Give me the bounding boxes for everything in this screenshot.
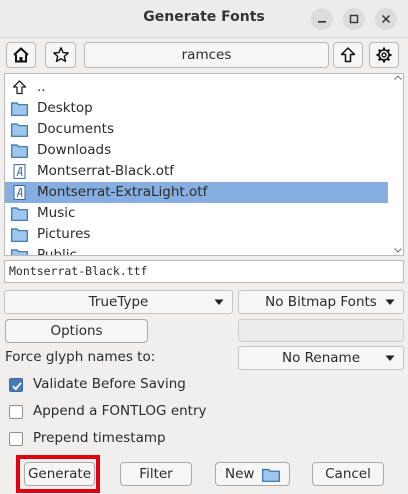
force-glyph-select-value: No Rename <box>281 350 360 366</box>
settings-button[interactable] <box>369 42 399 68</box>
folder-icon <box>262 468 280 482</box>
list-item-label: Documents <box>37 121 114 137</box>
cancel-button[interactable]: Cancel <box>312 462 384 486</box>
filter-button[interactable]: Filter <box>120 462 192 486</box>
chevron-down-icon <box>385 299 395 305</box>
folder-icon <box>11 102 28 116</box>
force-glyph-label: Force glyph names to: <box>5 349 156 365</box>
list-item-downloads[interactable]: Downloads <box>5 140 388 161</box>
gear-icon <box>376 47 392 63</box>
fontlog-label: Append a FONTLOG entry <box>33 403 207 419</box>
maximize-icon <box>349 14 359 24</box>
filename-field[interactable]: Montserrat-Black.ttf <box>4 260 404 283</box>
bookmark-button[interactable] <box>45 42 76 68</box>
list-item-label: Desktop <box>37 100 93 116</box>
chevron-down-icon <box>385 355 395 361</box>
home-icon <box>13 47 29 63</box>
up-arrow-icon <box>12 80 27 95</box>
options-button[interactable]: Options <box>5 319 148 343</box>
validate-label: Validate Before Saving <box>33 376 186 392</box>
bitmap-resolution-field <box>238 319 404 342</box>
scroll-up-icon <box>394 75 402 80</box>
list-item-label: Downloads <box>37 142 112 158</box>
folder-icon <box>11 228 28 242</box>
minimize-icon <box>318 21 326 23</box>
font-file-icon <box>13 164 26 179</box>
list-item-label: Public <box>37 247 77 256</box>
font-file-icon <box>13 185 26 200</box>
list-item-label: Montserrat-Black.otf <box>37 163 175 179</box>
file-list[interactable]: .. Desktop Documents Downloads Montserra… <box>4 73 404 256</box>
list-item-parent[interactable]: .. <box>5 77 388 98</box>
highlight-box <box>16 455 100 493</box>
bitmap-select[interactable]: No Bitmap Fonts <box>238 290 404 314</box>
validate-checkbox[interactable] <box>9 378 23 392</box>
folder-icon <box>11 249 28 255</box>
list-item-pictures[interactable]: Pictures <box>5 224 388 245</box>
list-item-label: Music <box>37 205 76 221</box>
list-item-label: Pictures <box>37 226 91 242</box>
close-button[interactable] <box>375 8 397 30</box>
list-item-desktop[interactable]: Desktop <box>5 98 388 119</box>
fontlog-checkbox[interactable] <box>9 405 23 419</box>
list-item-montserrat-black[interactable]: Montserrat-Black.otf <box>5 161 388 182</box>
format-select-value: TrueType <box>88 294 149 310</box>
timestamp-checkbox[interactable] <box>9 432 23 446</box>
filter-button-label: Filter <box>139 466 173 482</box>
home-button[interactable] <box>6 42 36 68</box>
list-item-label: Montserrat-ExtraLight.otf <box>37 184 208 200</box>
vertical-scrollbar[interactable] <box>392 74 404 255</box>
chevron-down-icon <box>214 299 224 305</box>
new-button-label: New <box>225 466 255 482</box>
close-icon <box>381 14 391 24</box>
format-select[interactable]: TrueType <box>4 290 233 314</box>
path-selector[interactable]: ramces <box>84 42 329 68</box>
list-item-public[interactable]: Public <box>5 245 388 256</box>
checkmark-icon <box>12 382 22 391</box>
list-item-documents[interactable]: Documents <box>5 119 388 140</box>
list-item-music[interactable]: Music <box>5 203 388 224</box>
scroll-down-icon <box>394 248 402 253</box>
folder-icon <box>11 144 28 158</box>
bitmap-select-value: No Bitmap Fonts <box>265 294 377 310</box>
list-item-montserrat-extralight[interactable]: Montserrat-ExtraLight.otf <box>5 182 388 203</box>
up-arrow-icon <box>340 47 356 63</box>
maximize-button[interactable] <box>343 8 365 30</box>
star-icon <box>52 47 69 63</box>
force-glyph-select[interactable]: No Rename <box>238 346 404 370</box>
parent-dir-button[interactable] <box>333 42 363 68</box>
new-folder-button[interactable]: New <box>215 462 290 486</box>
timestamp-label: Prepend timestamp <box>33 430 166 446</box>
list-item-label: .. <box>37 79 46 95</box>
cancel-button-label: Cancel <box>325 466 371 482</box>
minimize-button[interactable] <box>311 8 333 30</box>
folder-icon <box>11 207 28 221</box>
folder-icon <box>11 123 28 137</box>
